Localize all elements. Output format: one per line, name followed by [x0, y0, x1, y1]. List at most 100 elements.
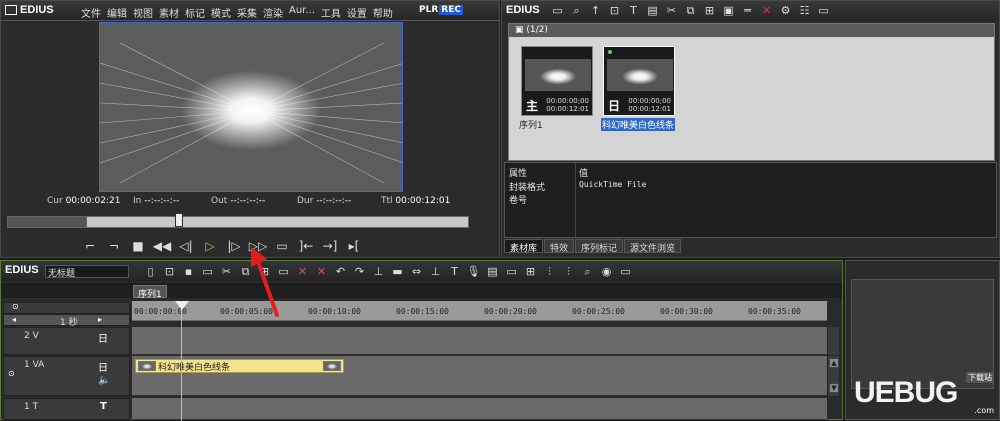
tab-source-browser[interactable]: 源文件浏览: [624, 239, 682, 254]
properties-icon[interactable]: ⚙: [778, 3, 793, 18]
menu-help[interactable]: 帮助: [373, 5, 393, 20]
clip-thumbnail[interactable]: 主 00:00:00;00 00:00:12:01: [521, 46, 593, 116]
track-header-top: ⊙: [3, 302, 130, 314]
tab-sequence-markers[interactable]: 序列标记: [575, 239, 624, 254]
project-name-field[interactable]: 无标题: [45, 265, 129, 279]
menu-mode[interactable]: 模式: [211, 5, 231, 20]
snap-icon[interactable]: ⊥: [371, 264, 386, 279]
clip-sequence[interactable]: 主 00:00:00;00 00:00:12:01 序列1: [519, 46, 593, 150]
track-header-2v[interactable]: 2 V 日: [3, 327, 130, 355]
mark-out-icon[interactable]: ¬: [105, 238, 123, 254]
tab-effects[interactable]: 特效: [544, 239, 575, 254]
menu-render[interactable]: 渲染: [263, 5, 283, 20]
title-icon[interactable]: T: [626, 3, 641, 18]
track-header-1t[interactable]: 1 T T: [3, 398, 130, 420]
output-icon[interactable]: ▸[: [345, 238, 363, 254]
menu-audio[interactable]: Aur...: [289, 5, 315, 20]
menu-edit[interactable]: 编辑: [107, 5, 127, 20]
save-icon[interactable]: ▪: [181, 264, 196, 279]
timeline-clip[interactable]: 科幻唯美白色线条: [135, 359, 344, 373]
undo-icon[interactable]: ↶: [333, 264, 348, 279]
menu-icon[interactable]: ▭: [816, 3, 831, 18]
mark-in-icon[interactable]: ⌐: [81, 238, 99, 254]
step-back-icon[interactable]: ◁|: [177, 238, 195, 254]
timeline-cursor-handle[interactable]: [175, 301, 189, 310]
equalizer-icon[interactable]: ⫶: [542, 264, 557, 279]
view-icon[interactable]: ☷: [797, 3, 812, 18]
player-icon[interactable]: ▣: [721, 3, 736, 18]
timeline-cursor[interactable]: [181, 301, 182, 421]
menu-file[interactable]: 文件: [81, 5, 101, 20]
video-preview: [99, 22, 403, 192]
clip-video-selected[interactable]: 日 00:00:00;00 00:00:12:01 科幻唯美白色线条: [601, 46, 676, 150]
menu-clip[interactable]: 素材: [159, 5, 179, 20]
track-2v[interactable]: [132, 327, 827, 355]
new-folder-icon[interactable]: ▭: [550, 3, 565, 18]
stop-icon[interactable]: ■: [129, 238, 147, 254]
title-icon[interactable]: T: [447, 264, 462, 279]
mixer-icon[interactable]: ▤: [485, 264, 500, 279]
sync-icon[interactable]: ⇔: [409, 264, 424, 279]
ripple-icon[interactable]: ▬: [390, 264, 405, 279]
menu-settings[interactable]: 设置: [347, 5, 367, 20]
timeline-icon[interactable]: ═: [740, 3, 755, 18]
zoom-right-icon[interactable]: ▸: [98, 315, 102, 324]
split-icon[interactable]: ⊥: [428, 264, 443, 279]
delete-gap-icon[interactable]: ✕: [295, 264, 310, 279]
plr-label[interactable]: PLR: [419, 5, 438, 15]
scrub-handle[interactable]: [175, 213, 183, 227]
add-clip-icon[interactable]: ⊡: [607, 3, 622, 18]
track-scrollbar[interactable]: [827, 327, 839, 355]
audio-mixer-icon[interactable]: ⌕: [580, 264, 595, 279]
paste-icon[interactable]: ⊞: [702, 3, 717, 18]
track-header-1va[interactable]: ⊙ 1 VA 日 🔈: [3, 356, 130, 396]
scroll-down-icon[interactable]: ▼: [829, 383, 839, 393]
bin-titlebar: EDIUS ▭ ⌕ ↑ ⊡ T ▤ ✂ ⧉ ⊞ ▣ ═ ✕ ⚙ ☷ ▭: [502, 1, 999, 21]
zoom-control[interactable]: ◂ 1 秒 ▸: [3, 314, 130, 328]
tab-bin[interactable]: 素材库: [504, 239, 544, 254]
video-track-icon: 日: [98, 363, 108, 374]
lock-icon[interactable]: ⊙: [12, 302, 19, 311]
timeline-ruler[interactable]: 00:00:00:00 00:00:05:00 00:00:10:00 00:0…: [132, 301, 827, 321]
insert-icon[interactable]: ]←: [297, 238, 315, 254]
redo-icon[interactable]: ↷: [352, 264, 367, 279]
copy-icon[interactable]: ⧉: [683, 3, 698, 18]
cut-icon[interactable]: ✂: [664, 3, 679, 18]
levels-icon[interactable]: ⫶: [561, 264, 576, 279]
cut-icon[interactable]: ✂: [219, 264, 234, 279]
scroll-up-icon[interactable]: ▲: [829, 358, 839, 368]
zoom-left-icon[interactable]: ◂: [12, 315, 16, 324]
delete-icon[interactable]: ✕: [759, 3, 774, 18]
menu-capture[interactable]: 采集: [237, 5, 257, 20]
grid-icon[interactable]: ⊞: [523, 264, 538, 279]
audio-icon[interactable]: ▭: [504, 264, 519, 279]
menu-view[interactable]: 视图: [133, 5, 153, 20]
clip-thumbnail[interactable]: 日 00:00:00;00 00:00:12:01: [603, 46, 675, 116]
sync-lock-icon[interactable]: ⊙: [8, 369, 15, 378]
track-scrollbar[interactable]: ▲ ▼: [827, 356, 839, 396]
plr-rec-toggle[interactable]: PLR REC: [419, 5, 463, 15]
microphone-icon[interactable]: 🎙: [466, 264, 481, 279]
undo-sequence-icon[interactable]: ▭: [200, 264, 215, 279]
player-window: EDIUS 文件 编辑 视图 素材 标记 模式 采集 渲染 Aur... 工具 …: [0, 0, 500, 258]
delete-icon[interactable]: ✕: [314, 264, 329, 279]
up-folder-icon[interactable]: ↑: [588, 3, 603, 18]
overwrite-icon[interactable]: →]: [321, 238, 339, 254]
play-icon[interactable]: ▷: [201, 238, 219, 254]
track-1t[interactable]: [132, 398, 827, 420]
menu-tools[interactable]: 工具: [321, 5, 341, 20]
dur-timecode: Dur --:--:--:--: [297, 196, 352, 206]
step-forward-icon[interactable]: |▷: [225, 238, 243, 254]
scrub-jog-area[interactable]: [7, 216, 87, 228]
color-wheel-icon[interactable]: ◉: [599, 264, 614, 279]
new-sequence-icon[interactable]: ▯: [143, 264, 158, 279]
open-icon[interactable]: ⊡: [162, 264, 177, 279]
rewind-icon[interactable]: ◀◀: [153, 238, 171, 254]
color-bar-icon[interactable]: ▤: [645, 3, 660, 18]
track-label: 1 VA: [24, 360, 45, 370]
menu-marker[interactable]: 标记: [185, 5, 205, 20]
view-options-icon[interactable]: ▭: [618, 264, 633, 279]
rec-label[interactable]: REC: [439, 5, 463, 15]
search-icon[interactable]: ⌕: [569, 3, 584, 18]
tab-sequence1[interactable]: 序列1: [133, 285, 167, 300]
